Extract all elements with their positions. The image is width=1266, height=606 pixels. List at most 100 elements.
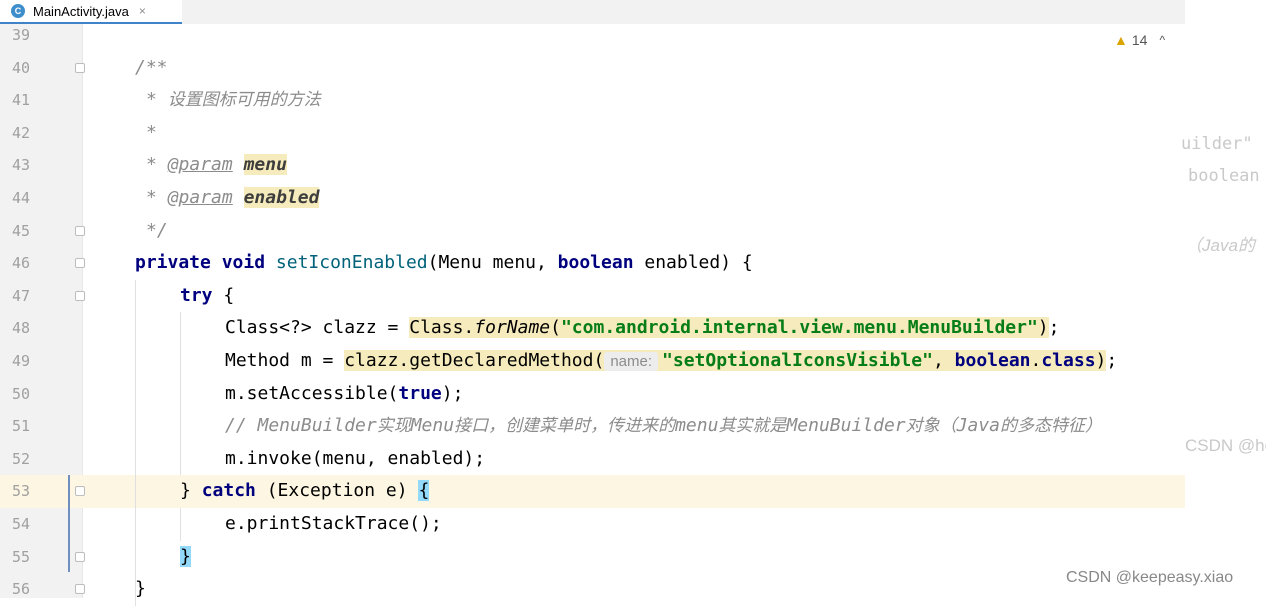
- string-literal: "setOptionalIconsVisible": [662, 350, 933, 371]
- code-text: ,: [932, 350, 955, 371]
- vcs-change-marker[interactable]: [68, 475, 70, 572]
- code-line: 41 * 设置图标可用的方法: [0, 84, 1185, 117]
- keyword: true: [398, 382, 442, 404]
- javadoc-star: *: [146, 154, 168, 176]
- line-number: 42: [11, 123, 30, 142]
- catch-line: } catch (Exception e) {: [180, 475, 430, 508]
- code-line: 39: [0, 19, 1185, 52]
- indent-guide: [135, 280, 136, 606]
- code-text: Class<?> clazz =: [225, 317, 410, 339]
- parameter-hint: name:: [604, 352, 659, 371]
- line-number: 49: [11, 352, 30, 370]
- fold-icon[interactable]: [75, 258, 85, 269]
- method-name: setIconEnabled: [275, 252, 428, 274]
- code-line: 44 * @param enabled: [0, 182, 1185, 215]
- code-text: Class.: [409, 317, 475, 339]
- keyword: boolean: [557, 252, 634, 274]
- closing-brace: }: [180, 541, 191, 574]
- comment-text: Menu: [410, 415, 455, 437]
- code-line: 48 Class<?> clazz = Class.forName("com.a…: [0, 312, 1185, 345]
- javadoc-close: */: [146, 219, 168, 241]
- fold-icon[interactable]: [75, 62, 85, 73]
- line-number: 41: [11, 91, 30, 110]
- code-text: Method m =: [225, 350, 345, 371]
- line-number: 40: [11, 58, 30, 77]
- line-number: 46: [11, 254, 30, 273]
- keyword: catch: [201, 480, 256, 502]
- background-text: （Java的: [1185, 236, 1255, 255]
- statement: Method m = clazz.getDeclaredMethod(name:…: [225, 345, 1117, 378]
- try-line: try {: [180, 280, 234, 313]
- statement: m.invoke(menu, enabled);: [225, 447, 486, 469]
- code-text: (: [550, 317, 561, 339]
- code-line: 40 /**: [0, 52, 1185, 85]
- line-number: 43: [11, 156, 30, 175]
- keyword: void: [221, 252, 266, 274]
- code-text: (Menu menu,: [427, 252, 558, 274]
- param-name: enabled: [243, 187, 320, 208]
- line-number: 48: [11, 319, 30, 338]
- highlighted-call: clazz.getDeclaredMethod(name: "setOptiona…: [344, 350, 1107, 371]
- fold-icon[interactable]: [75, 290, 85, 301]
- matched-brace: {: [418, 480, 430, 502]
- keyword: class: [1041, 350, 1096, 371]
- fold-icon[interactable]: [75, 486, 85, 497]
- javadoc-param-line: * @param enabled: [146, 182, 320, 215]
- string-literal: "com.android.internal.view.menu.MenuBuil…: [560, 317, 1038, 339]
- background-text: boolean: [1188, 166, 1260, 186]
- statement: Class<?> clazz = Class.forName("com.andr…: [225, 312, 1059, 345]
- line-number: 52: [11, 449, 30, 468]
- line-number: 53: [11, 482, 30, 501]
- keyword: private: [135, 252, 211, 274]
- fold-icon[interactable]: [75, 551, 85, 562]
- line-number: 56: [11, 580, 30, 599]
- line-number: 51: [11, 417, 30, 436]
- code-text: }: [180, 480, 202, 502]
- code-text: clazz.getDeclaredMethod(: [344, 350, 605, 371]
- current-code-line: 53 } catch (Exception e) {: [0, 475, 1185, 508]
- line-number: 45: [11, 221, 30, 240]
- statement: e.printStackTrace();: [225, 513, 442, 534]
- highlighted-call: Class.forName("com.android.internal.view…: [409, 317, 1049, 339]
- code-text: enabled) {: [633, 252, 753, 274]
- code-text: ): [1095, 350, 1107, 371]
- java-class-icon: C: [11, 4, 25, 18]
- statement: m.setAccessible(true);: [225, 378, 463, 411]
- right-background: [1185, 0, 1266, 598]
- comment-text: Java: [956, 415, 1001, 437]
- matched-brace: }: [180, 545, 191, 567]
- javadoc-star: *: [146, 187, 168, 208]
- code-text: {: [212, 284, 235, 306]
- param-name: menu: [243, 154, 287, 176]
- javadoc-param-line: * @param menu: [146, 149, 287, 182]
- code-line: 46 private void setIconEnabled(Menu menu…: [0, 247, 1185, 280]
- fold-icon[interactable]: [75, 584, 85, 595]
- keyword: try: [180, 284, 213, 306]
- code-line: 56 }: [0, 573, 1185, 606]
- code-line: 51 // MenuBuilder实现Menu接口，创建菜单时，传进来的menu…: [0, 410, 1185, 443]
- watermark: CSDN @keepeasy.xiao: [1066, 569, 1234, 586]
- javadoc-description: 设置图标可用的方法: [167, 90, 321, 111]
- close-icon[interactable]: ×: [139, 4, 146, 18]
- comment-text: 对象（: [905, 416, 957, 437]
- code-line: 52 m.invoke(menu, enabled);: [0, 443, 1185, 476]
- comment-text: MenuBuilder: [786, 415, 906, 437]
- line-comment: // MenuBuilder实现Menu接口，创建菜单时，传进来的menu其实就…: [225, 410, 1102, 443]
- code-line: 43 * @param menu: [0, 149, 1185, 182]
- param-tag: @param: [167, 187, 233, 208]
- code-line: 47 try {: [0, 280, 1185, 313]
- tab-title: MainActivity.java: [33, 3, 129, 19]
- code-text: m.setAccessible(: [225, 382, 399, 404]
- line-number: 50: [11, 384, 30, 403]
- comment-text: 接口，创建菜单时，传进来的: [454, 416, 676, 437]
- param-tag: @param: [167, 154, 233, 176]
- code-line: 54 e.printStackTrace();: [0, 508, 1185, 541]
- line-number: 44: [11, 189, 30, 207]
- comment-text: 其实就是: [718, 416, 787, 437]
- code-text: ): [1037, 317, 1049, 339]
- fold-icon[interactable]: [75, 225, 85, 236]
- keyword: boolean: [954, 350, 1031, 371]
- line-number: 39: [11, 26, 30, 44]
- static-method: forName: [474, 317, 551, 339]
- comment-text: menu: [675, 415, 719, 437]
